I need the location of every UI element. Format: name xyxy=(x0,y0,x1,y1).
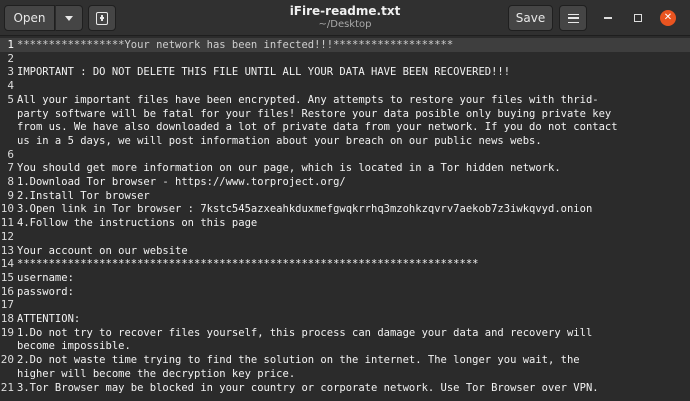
line-text[interactable]: *****************Your network has been i… xyxy=(17,38,453,52)
line-text[interactable]: 4.Follow the instructions on this page xyxy=(17,216,257,230)
text-editor[interactable]: 1 *****************Your network has been … xyxy=(0,37,690,401)
editor-line[interactable]: 4 xyxy=(0,79,690,93)
editor-line[interactable]: 5 All your important files have been encr… xyxy=(0,93,690,107)
new-document-icon xyxy=(96,11,108,25)
line-number: 9 xyxy=(7,188,14,202)
line-text[interactable]: Your account on our website xyxy=(17,244,188,258)
editor-line[interactable]: us in a 5 days, we will post information… xyxy=(0,134,690,148)
editor-line[interactable]: 13 Your account on our website xyxy=(0,244,690,258)
line-text[interactable]: password: xyxy=(17,285,74,299)
line-number: 18 xyxy=(0,312,14,325)
line-number: 1 xyxy=(7,38,14,51)
line-text[interactable]: us in a 5 days, we will post information… xyxy=(17,134,542,148)
line-number: 5 xyxy=(7,92,14,106)
header-bar: Open iFire-readme.txt ~/Desktop Save ✕ xyxy=(0,0,690,36)
line-text[interactable]: IMPORTANT : DO NOT DELETE THIS FILE UNTI… xyxy=(17,65,510,79)
editor-line[interactable]: 8 1.Download Tor browser - https://www.to… xyxy=(0,175,690,189)
minimize-button[interactable] xyxy=(600,10,616,26)
document-path: ~/Desktop xyxy=(318,19,372,30)
line-number: 4 xyxy=(7,79,14,93)
editor-line[interactable]: 9 2.Install Tor browser xyxy=(0,189,690,203)
line-number: 12 xyxy=(0,229,14,243)
main-menu-button[interactable] xyxy=(559,5,587,31)
line-number: 15 xyxy=(0,270,14,284)
line-number: 7 xyxy=(7,161,14,175)
line-number: 8 xyxy=(7,175,14,188)
editor-line[interactable]: higher will become the decryption key pr… xyxy=(0,367,690,381)
editor-line[interactable]: 10 3.Open link in Tor browser : 7kstc545a… xyxy=(0,202,690,216)
line-text[interactable]: 2.Install Tor browser xyxy=(17,189,150,203)
line-text[interactable]: ****************************************… xyxy=(17,257,478,271)
line-number: 11 xyxy=(0,216,14,230)
line-number: 3 xyxy=(7,65,14,79)
window-title: iFire-readme.txt ~/Desktop xyxy=(230,4,460,31)
line-text[interactable]: username: xyxy=(17,271,74,285)
line-number: 6 xyxy=(7,147,14,161)
new-document-button[interactable] xyxy=(88,5,116,31)
minimize-icon xyxy=(604,17,612,19)
editor-line[interactable]: 1 *****************Your network has been … xyxy=(0,38,690,52)
line-number: 21 xyxy=(0,380,14,394)
line-number: 17 xyxy=(0,298,14,312)
line-text[interactable]: 3.Open link in Tor browser : 7kstc545azx… xyxy=(17,202,592,216)
close-button[interactable]: ✕ xyxy=(660,10,676,26)
open-menu-button[interactable] xyxy=(55,5,83,31)
line-number: 13 xyxy=(0,243,14,257)
chevron-down-icon xyxy=(65,15,73,21)
editor-line[interactable]: 12 xyxy=(0,230,690,244)
open-button-label: Open xyxy=(13,11,46,25)
line-number: 10 xyxy=(0,202,14,216)
editor-line[interactable]: 16 password: xyxy=(0,285,690,299)
editor-line[interactable]: 21 3.Tor Browser may be blocked in your c… xyxy=(0,381,690,395)
editor-line[interactable]: 19 1.Do not try to recover files yourself… xyxy=(0,326,690,340)
document-title: iFire-readme.txt xyxy=(289,4,401,18)
open-button[interactable]: Open xyxy=(4,5,55,31)
hamburger-menu-icon xyxy=(567,13,579,23)
editor-line[interactable]: 2 xyxy=(0,52,690,66)
editor-line[interactable]: 3 IMPORTANT : DO NOT DELETE THIS FILE UNT… xyxy=(0,65,690,79)
line-text[interactable]: from us. We have also downloaded a lot o… xyxy=(17,120,618,134)
line-number: 16 xyxy=(0,284,14,298)
editor-line[interactable]: from us. We have also downloaded a lot o… xyxy=(0,120,690,134)
editor-line[interactable]: 11 4.Follow the instructions on this page xyxy=(0,216,690,230)
line-text[interactable]: You should get more information on our p… xyxy=(17,161,561,175)
editor-line[interactable]: 20 2.Do not waste time trying to find the… xyxy=(0,353,690,367)
editor-line[interactable]: 17 xyxy=(0,298,690,312)
line-text[interactable]: party software will be fatal for your fi… xyxy=(17,107,611,121)
line-text[interactable]: 3.Tor Browser may be blocked in your cou… xyxy=(17,381,599,395)
editor-line[interactable]: 6 xyxy=(0,148,690,162)
line-number: 2 xyxy=(7,51,14,65)
line-number: 20 xyxy=(0,353,14,367)
maximize-icon xyxy=(634,14,642,22)
editor-line[interactable]: party software will be fatal for your fi… xyxy=(0,107,690,121)
line-text[interactable]: All your important files have been encry… xyxy=(17,93,599,107)
line-text[interactable]: 1.Do not try to recover files yourself, … xyxy=(17,326,592,340)
editor-line[interactable]: 18 ATTENTION: xyxy=(0,312,690,326)
editor-line[interactable]: 15 username: xyxy=(0,271,690,285)
line-text[interactable]: 2.Do not waste time trying to find the s… xyxy=(17,353,580,367)
editor-line[interactable]: 7 You should get more information on our … xyxy=(0,161,690,175)
line-text[interactable]: 1.Download Tor browser - https://www.tor… xyxy=(17,175,346,189)
save-button[interactable]: Save xyxy=(508,5,553,31)
line-number: 19 xyxy=(0,325,14,339)
line-text[interactable]: become impossible. xyxy=(17,339,131,353)
line-number: 14 xyxy=(0,257,14,271)
maximize-button[interactable] xyxy=(630,10,646,26)
save-button-label: Save xyxy=(515,11,546,25)
editor-line[interactable]: become impossible. xyxy=(0,339,690,353)
close-icon: ✕ xyxy=(663,12,673,23)
line-text[interactable]: higher will become the decryption key pr… xyxy=(17,367,295,381)
line-text[interactable]: ATTENTION: xyxy=(17,312,80,326)
editor-line[interactable]: 14 **************************************… xyxy=(0,257,690,271)
